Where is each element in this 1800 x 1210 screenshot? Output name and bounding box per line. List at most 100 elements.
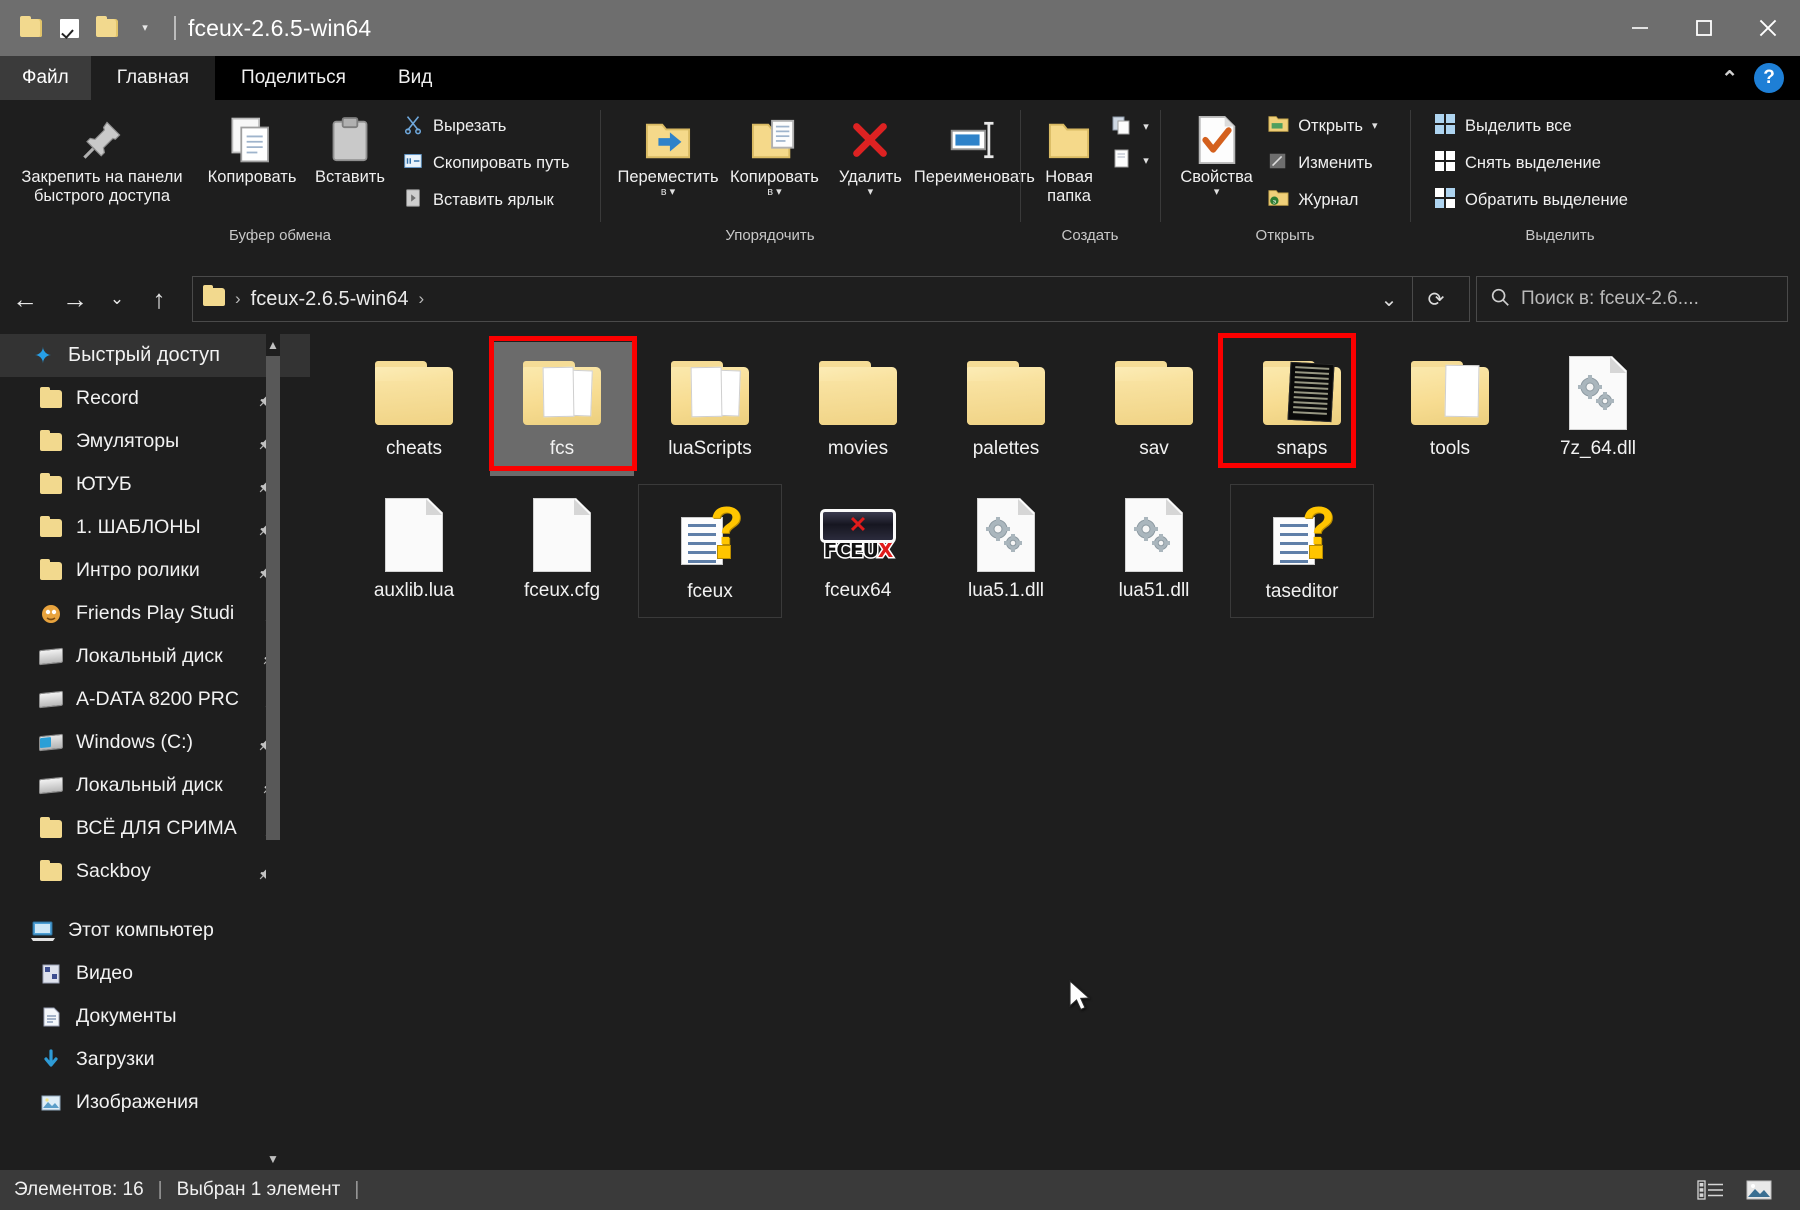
file-item[interactable]: ? fceux <box>638 484 782 618</box>
search-input[interactable]: Поиск в: fceux-2.6.... <box>1521 288 1699 310</box>
chevron-down-icon[interactable]: ⌄ <box>1366 277 1412 321</box>
tab-file[interactable]: Файл <box>0 56 91 100</box>
file-item[interactable]: fcs <box>490 342 634 476</box>
tab-share[interactable]: Поделиться <box>215 56 372 100</box>
file-item[interactable]: ? taseditor <box>1230 484 1374 618</box>
qat-checkbox-icon[interactable] <box>50 9 88 47</box>
open-button[interactable]: Открыть ▾ <box>1261 108 1406 145</box>
easy-access-button[interactable]: ▾ <box>1108 144 1156 178</box>
sidebar-item-this-pc[interactable]: Этот компьютер <box>0 909 310 952</box>
file-label: auxlib.lua <box>373 580 455 601</box>
sidebar-item-downloads[interactable]: Загрузки <box>0 1038 310 1081</box>
maximize-icon[interactable] <box>1672 0 1736 56</box>
cut-button[interactable]: Вырезать <box>396 108 596 145</box>
sidebar-item-record[interactable]: Record <box>0 377 310 420</box>
pin-to-quick-access-button[interactable]: Закрепить на панели быстрого доступа <box>4 106 200 207</box>
history-button[interactable]: э Журнал <box>1261 182 1406 219</box>
copy-to-button[interactable]: Копировать в ▾ <box>724 106 825 198</box>
sidebar-item-quick-access[interactable]: ✦ Быстрый доступ <box>0 334 310 377</box>
sidebar-item-pictures[interactable]: Изображения <box>0 1081 310 1124</box>
file-item[interactable]: 7z_64.dll <box>1526 342 1670 476</box>
sidebar-item-local-disk-2[interactable]: Локальный диск <box>0 764 310 807</box>
sidebar-item-stream-stuff[interactable]: ВСЁ ДЛЯ СРИМА <box>0 807 310 850</box>
sidebar-item-windows-c[interactable]: Windows (C:) <box>0 721 310 764</box>
new-item-button[interactable]: ▾ <box>1108 110 1156 144</box>
copy-to-caret-icon[interactable]: в ▾ <box>767 187 781 198</box>
file-item[interactable]: lua51.dll <box>1082 484 1226 618</box>
new-item-caret-icon[interactable]: ▾ <box>1143 121 1149 133</box>
pin-to-quick-access-label: Закрепить на панели быстрого доступа <box>21 168 183 206</box>
sidebar-item-videos[interactable]: Видео <box>0 952 310 995</box>
file-item[interactable]: tools <box>1378 342 1522 476</box>
properties-button[interactable]: Свойства ▾ <box>1172 106 1261 198</box>
sidebar-label: Изображения <box>76 1091 199 1113</box>
paste-shortcut-button[interactable]: Вставить ярлык <box>396 182 596 219</box>
up-arrow-icon[interactable]: ↑ <box>134 274 184 324</box>
forward-arrow-icon[interactable]: → <box>50 274 100 324</box>
paste-button[interactable]: Вставить <box>304 106 396 187</box>
tab-home[interactable]: Главная <box>90 56 216 100</box>
folder-with-documents-icon <box>664 350 756 436</box>
sidebar-scroll-thumb[interactable] <box>266 356 280 840</box>
sidebar-item-intro-videos[interactable]: Интро ролики <box>0 549 310 592</box>
properties-caret-icon[interactable]: ▾ <box>1214 187 1220 198</box>
chevron-up-icon[interactable]: ⌃ <box>1721 66 1738 91</box>
select-all-button[interactable]: Выделить все <box>1428 108 1728 145</box>
file-item[interactable]: palettes <box>934 342 1078 476</box>
move-to-caret-icon[interactable]: в ▾ <box>661 187 675 198</box>
qat-folder-icon[interactable] <box>12 9 50 47</box>
large-icons-view-icon[interactable] <box>1742 1177 1776 1203</box>
refresh-icon[interactable]: ⟳ <box>1413 277 1459 321</box>
sidebar-item-friends-play-studio[interactable]: Friends Play Studi <box>0 592 310 635</box>
select-none-button[interactable]: Снять выделение <box>1428 145 1728 182</box>
file-label: tools <box>1429 438 1471 459</box>
invert-selection-button[interactable]: Обратить выделение <box>1428 182 1728 219</box>
file-item[interactable]: snaps <box>1230 342 1374 476</box>
status-selection: Выбран 1 элемент <box>176 1179 341 1200</box>
new-folder-button[interactable]: Новая папка <box>1030 106 1108 207</box>
app-folder-icon <box>38 602 64 626</box>
close-icon[interactable] <box>1736 0 1800 56</box>
recent-locations-icon[interactable]: ⌄ <box>100 274 134 324</box>
file-list-pane[interactable]: cheats fcs luaScripts movies palettes sa… <box>318 334 1800 1170</box>
sidebar-scroll-down-icon[interactable]: ▼ <box>266 1148 280 1170</box>
sidebar-item-local-disk-1[interactable]: Локальный диск <box>0 635 310 678</box>
file-item[interactable]: lua5.1.dll <box>934 484 1078 618</box>
file-item[interactable]: auxlib.lua <box>342 484 486 618</box>
minimize-icon[interactable] <box>1608 0 1672 56</box>
tab-view[interactable]: Вид <box>372 56 458 100</box>
file-item[interactable]: ✕ FCEUX fceux64 <box>786 484 930 618</box>
copy-button[interactable]: Копировать <box>200 106 304 187</box>
file-item[interactable]: sav <box>1082 342 1226 476</box>
search-icon <box>1489 286 1511 313</box>
sidebar-item-emulators[interactable]: Эмуляторы <box>0 420 310 463</box>
sidebar-item-adata-drive[interactable]: A-DATA 8200 PRC <box>0 678 310 721</box>
select-all-label: Выделить все <box>1465 117 1572 135</box>
back-arrow-icon[interactable]: ← <box>0 274 50 324</box>
search-box[interactable]: Поиск в: fceux-2.6.... <box>1476 276 1788 322</box>
sidebar-item-documents[interactable]: Документы <box>0 995 310 1038</box>
open-caret-icon[interactable]: ▾ <box>1372 121 1378 132</box>
move-to-button[interactable]: Переместить в ▾ <box>612 106 724 198</box>
delete-button[interactable]: Удалить ▾ <box>833 106 908 198</box>
address-bar[interactable]: › fceux-2.6.5-win64 › ⌄ ⟳ <box>192 276 1470 322</box>
delete-caret-icon[interactable]: ▾ <box>868 187 874 198</box>
edit-button[interactable]: Изменить <box>1261 145 1406 182</box>
details-view-icon[interactable] <box>1694 1177 1728 1203</box>
copy-path-button[interactable]: Скопировать путь <box>396 145 596 182</box>
file-item[interactable]: movies <box>786 342 930 476</box>
easy-access-caret-icon[interactable]: ▾ <box>1143 155 1149 167</box>
breadcrumb-separator-icon[interactable]: › <box>415 289 429 309</box>
file-item[interactable]: cheats <box>342 342 486 476</box>
sidebar-item-sackboy[interactable]: Sackboy <box>0 850 310 893</box>
file-item[interactable]: fceux.cfg <box>490 484 634 618</box>
new-split-buttons: ▾ ▾ <box>1108 106 1156 178</box>
qat-new-folder-icon[interactable] <box>88 9 126 47</box>
file-item[interactable]: luaScripts <box>638 342 782 476</box>
qat-dropdown-caret-icon[interactable]: ▾ <box>126 9 164 47</box>
breadcrumb-item-0[interactable]: fceux-2.6.5-win64 <box>251 288 409 311</box>
sidebar-scroll-up-icon[interactable]: ▲ <box>266 334 280 356</box>
sidebar-item-templates[interactable]: 1. ШАБЛОНЫ <box>0 506 310 549</box>
sidebar-item-youtube[interactable]: ЮТУБ <box>0 463 310 506</box>
help-icon[interactable]: ? <box>1754 63 1784 93</box>
